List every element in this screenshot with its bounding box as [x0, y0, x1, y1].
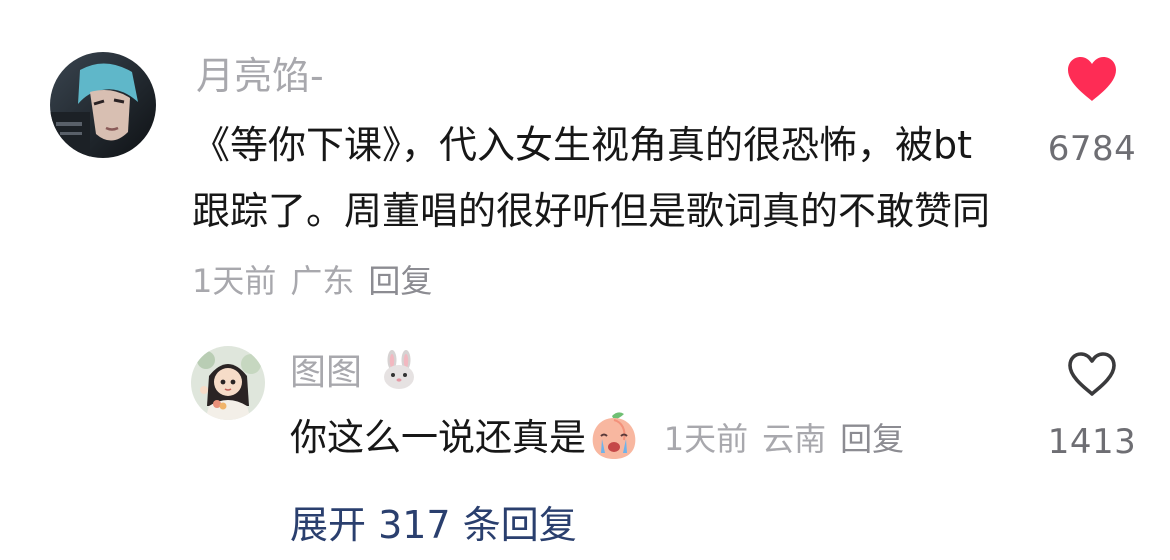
comment-time: 1天前	[192, 262, 277, 300]
avatar[interactable]	[191, 346, 265, 420]
comment-text: 《等你下课》，代入女生视角真的很恐怖，被bt跟踪了。周董唱的很好听但是歌词真的不…	[192, 123, 991, 233]
reply-button[interactable]: 回复	[368, 262, 432, 300]
comment-location: 云南	[762, 420, 827, 458]
expand-replies-button[interactable]: 展开 317 条回复	[290, 494, 577, 549]
comment-location: 广东	[290, 262, 355, 300]
like-button[interactable]: 6784	[1040, 55, 1144, 169]
heart-outline-icon[interactable]	[1066, 350, 1118, 398]
like-count: 1413	[1047, 422, 1137, 462]
avatar[interactable]	[50, 52, 156, 158]
comment-meta: 1天前 云南 回复	[664, 420, 904, 458]
like-count: 6784	[1047, 129, 1137, 169]
comment-time: 1天前	[663, 420, 749, 458]
comment-body: 《等你下课》，代入女生视角真的很恐怖，被bt跟踪了。周董唱的很好听但是歌词真的不…	[192, 112, 1002, 314]
comment-text: 你这么一说还真是	[290, 416, 586, 459]
username[interactable]: 月亮馅-	[196, 57, 324, 95]
comment-meta: 1天前 广东 回复	[192, 262, 432, 300]
comment-body: 你这么一说还真是 1天前 云南 回复	[290, 408, 1010, 469]
bunny-emoji-icon	[384, 350, 415, 389]
crying-peach-emoji-icon	[592, 412, 636, 459]
username[interactable]: 图图	[290, 350, 419, 391]
reply-button[interactable]: 回复	[840, 420, 904, 458]
username-text: 图图	[290, 352, 363, 393]
like-button[interactable]: 1413	[1040, 350, 1144, 462]
heart-filled-icon[interactable]	[1066, 55, 1118, 103]
